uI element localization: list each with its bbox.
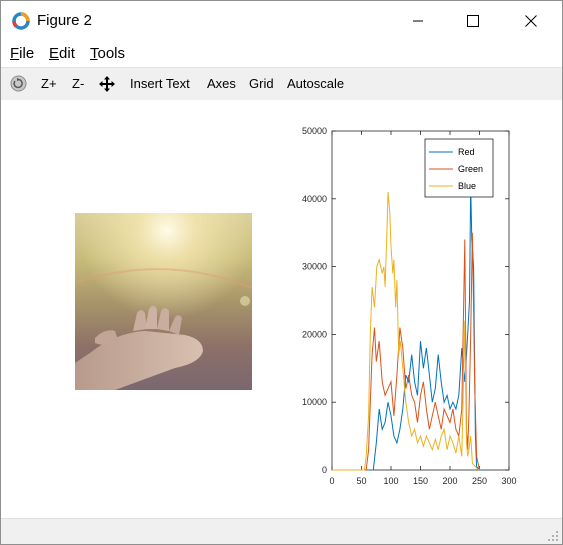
close-button[interactable] (508, 1, 554, 40)
axes-button[interactable]: Axes (207, 76, 236, 91)
menu-file-mnemonic: F (10, 45, 20, 62)
legend-label-blue: Blue (458, 181, 476, 191)
legend-label-green: Green (458, 164, 483, 174)
figure-canvas[interactable]: 0 10000 20000 30000 40000 50000 0 50 100 150 200 25… (1, 100, 562, 518)
close-icon (525, 14, 537, 27)
x-tick-label: 200 (442, 476, 457, 486)
x-tick-label: 100 (383, 476, 398, 486)
menu-edit-mnemonic: E (49, 45, 60, 62)
figure-toolbar: Z+ Z- Insert Text Axes Grid Autoscale (1, 67, 562, 101)
maximize-button[interactable] (450, 1, 496, 40)
x-tick-label: 0 (329, 476, 334, 486)
x-tick-label: 250 (472, 476, 487, 486)
rotate-icon[interactable] (10, 75, 27, 92)
octave-app-icon (12, 12, 30, 30)
menu-file[interactable]: File (10, 45, 34, 62)
minimize-icon (413, 20, 423, 21)
y-tick-label: 20000 (302, 329, 327, 339)
autoscale-button[interactable]: Autoscale (287, 76, 344, 91)
menu-bar: File Edit Tools (1, 41, 562, 65)
grid-button[interactable]: Grid (249, 76, 274, 91)
figure-window: Figure 2 File Edit Tools Z+ Z- Insert Te… (0, 0, 563, 545)
x-tick-label: 50 (356, 476, 366, 486)
y-tick-label: 30000 (302, 262, 327, 272)
menu-file-label: ile (19, 45, 35, 62)
y-tick-label: 50000 (302, 126, 327, 136)
title-bar[interactable]: Figure 2 (1, 1, 562, 40)
menu-tools-label: ools (97, 45, 126, 62)
minimize-button[interactable] (395, 1, 441, 40)
legend-label-red: Red (458, 147, 475, 157)
x-tick-label: 300 (501, 476, 516, 486)
y-tick-label: 10000 (302, 397, 327, 407)
histogram-plot: 0 10000 20000 30000 40000 50000 0 50 100 150 200 25… (302, 126, 517, 486)
x-tick-label: 150 (413, 476, 428, 486)
insert-text-button[interactable]: Insert Text (130, 76, 190, 91)
menu-tools-mnemonic: T (90, 45, 98, 62)
resize-grip-icon[interactable] (547, 530, 559, 542)
image-display (75, 213, 252, 390)
menu-edit[interactable]: Edit (49, 45, 75, 62)
zoom-out-button[interactable]: Z- (72, 76, 84, 91)
menu-edit-label: dit (59, 45, 75, 62)
zoom-in-button[interactable]: Z+ (41, 76, 57, 91)
y-tick-label: 0 (322, 465, 327, 475)
y-tick-label: 40000 (302, 194, 327, 204)
window-title: Figure 2 (37, 12, 93, 29)
plot-area: 0 10000 20000 30000 40000 50000 0 50 100 150 200 25… (302, 126, 517, 486)
menu-tools[interactable]: Tools (90, 45, 125, 62)
maximize-icon (467, 14, 479, 27)
pan-icon[interactable] (98, 75, 116, 93)
status-bar (1, 518, 562, 544)
